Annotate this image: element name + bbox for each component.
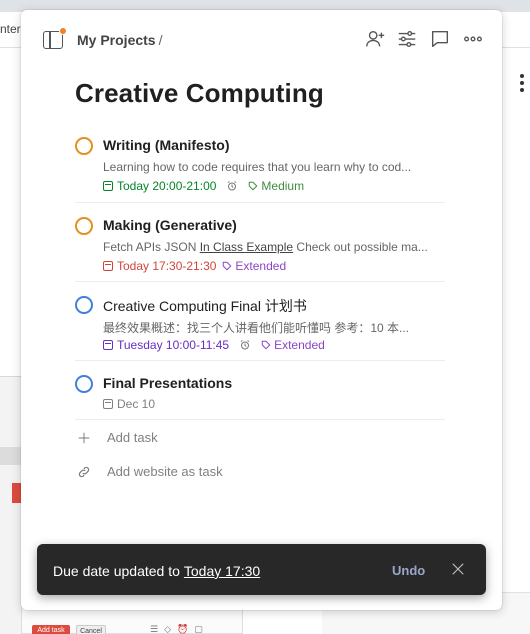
popup-header: My Projects / bbox=[21, 10, 502, 68]
task-label-text: Extended bbox=[235, 259, 287, 273]
task-due-date-label: Today 20:00-21:00 bbox=[117, 179, 217, 193]
calendar-icon bbox=[103, 181, 113, 191]
tag-icon bbox=[261, 340, 271, 350]
task-label-text: Medium bbox=[261, 179, 305, 193]
task-meta: Tuesday 10:00-11:45 Extended bbox=[103, 338, 325, 352]
sidebar-toggle-icon[interactable] bbox=[43, 27, 67, 49]
tag-icon bbox=[222, 261, 232, 271]
task-title[interactable]: Writing (Manifesto) bbox=[103, 137, 230, 153]
plus-icon bbox=[77, 431, 91, 445]
toast-message-text: Due date updated to bbox=[53, 563, 180, 579]
task-due-date-label: Tuesday 10:00-11:45 bbox=[117, 338, 230, 352]
task-meta: Today 20:00-21:00 Medium bbox=[103, 179, 304, 193]
background-more-icon[interactable] bbox=[519, 74, 525, 94]
task-checkbox[interactable] bbox=[75, 296, 93, 314]
add-task-label: Add task bbox=[107, 430, 158, 445]
task-description: 最终效果概述：找三个人讲看他们能听懂吗 参考：10 本... bbox=[103, 321, 410, 335]
task-checkbox[interactable] bbox=[75, 375, 93, 393]
task-item[interactable]: Creative Computing Final 计划书 最终效果概述：找三个人… bbox=[75, 294, 445, 361]
calendar-icon bbox=[103, 340, 113, 350]
calendar-icon bbox=[103, 399, 113, 409]
task-title[interactable]: Creative Computing Final 计划书 bbox=[103, 296, 307, 316]
add-task-button[interactable]: Add task bbox=[77, 430, 158, 445]
task-checkbox[interactable] bbox=[75, 137, 93, 155]
task-description: Learning how to code requires that you l… bbox=[103, 160, 412, 174]
toast-notification: Due date updated to Today 17:30 Undo bbox=[37, 544, 486, 595]
calendar-icon bbox=[103, 261, 113, 271]
notification-dot bbox=[59, 27, 67, 35]
task-due-date[interactable]: Today 17:30-21:30 bbox=[103, 259, 216, 273]
task-meta: Dec 10 bbox=[103, 397, 155, 411]
task-label-text: Extended bbox=[274, 338, 325, 352]
task-item[interactable]: Writing (Manifesto) Learning how to code… bbox=[75, 135, 445, 203]
task-description: Fetch APIs JSON In Class Example Check o… bbox=[103, 240, 443, 254]
toast-date-link[interactable]: Today 17:30 bbox=[184, 563, 260, 579]
alarm-icon bbox=[226, 180, 238, 192]
alarm-icon bbox=[239, 339, 251, 351]
add-person-icon[interactable] bbox=[362, 26, 388, 52]
task-due-date[interactable]: Tuesday 10:00-11:45 bbox=[103, 338, 229, 352]
task-due-date[interactable]: Today 20:00-21:00 bbox=[103, 179, 216, 193]
task-item[interactable]: Final Presentations Dec 10 bbox=[75, 373, 445, 420]
tag-icon bbox=[248, 181, 258, 191]
link-icon bbox=[77, 465, 91, 479]
task-title[interactable]: Making (Generative) bbox=[103, 217, 237, 233]
task-due-date[interactable]: Dec 10 bbox=[103, 397, 155, 411]
background-add-task-button[interactable]: Add task bbox=[32, 625, 70, 634]
task-item[interactable]: Making (Generative) Fetch APIs JSON In C… bbox=[75, 215, 445, 282]
task-meta: Today 17:30-21:30 Extended bbox=[103, 259, 286, 273]
sliders-icon[interactable] bbox=[394, 26, 420, 52]
task-label[interactable]: Medium bbox=[242, 179, 304, 193]
task-checkbox[interactable] bbox=[75, 217, 93, 235]
add-website-button[interactable]: Add website as task bbox=[77, 464, 223, 479]
toast-message: Due date updated to Today 17:30 bbox=[53, 563, 260, 579]
task-due-date-label: Today 17:30-21:30 bbox=[117, 259, 217, 273]
more-icon[interactable] bbox=[460, 26, 486, 52]
background-editor-icons: ☰◇⏰▢ bbox=[150, 624, 209, 634]
close-icon[interactable] bbox=[449, 560, 467, 578]
add-website-label: Add website as task bbox=[107, 464, 223, 479]
comment-icon[interactable] bbox=[427, 26, 453, 52]
breadcrumb-separator: / bbox=[158, 32, 163, 48]
task-due-date-label: Dec 10 bbox=[117, 397, 156, 411]
task-description-link[interactable]: In Class Example bbox=[200, 240, 293, 254]
task-label[interactable]: Extended bbox=[216, 259, 286, 273]
quick-add-popup: My Projects / Creative Computing Writing… bbox=[21, 10, 502, 610]
breadcrumb[interactable]: My Projects / bbox=[77, 32, 162, 48]
task-label[interactable]: Extended bbox=[255, 338, 325, 352]
breadcrumb-label[interactable]: My Projects bbox=[77, 32, 156, 48]
background-cancel-button[interactable]: Cancel bbox=[76, 625, 106, 634]
background-left-panel bbox=[0, 376, 21, 634]
task-description-suffix: Check out possible ma... bbox=[293, 240, 428, 254]
undo-button[interactable]: Undo bbox=[392, 563, 425, 578]
task-description-prefix: Fetch APIs JSON bbox=[103, 240, 200, 254]
project-title: Creative Computing bbox=[75, 78, 324, 108]
task-title[interactable]: Final Presentations bbox=[103, 375, 232, 391]
